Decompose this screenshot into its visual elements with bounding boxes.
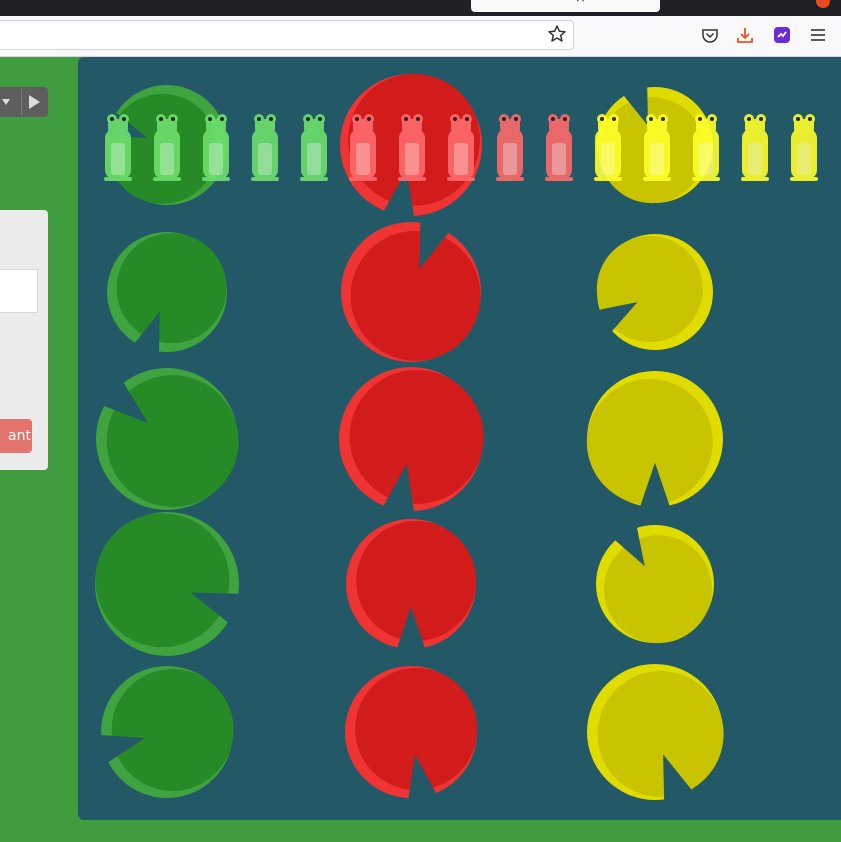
bookmark-star-icon[interactable] [547,24,567,44]
lily-pad-yellow[interactable] [596,234,713,350]
lily-pad-red[interactable] [339,367,484,515]
frog-yellow[interactable] [790,114,818,181]
lily-pad-green[interactable] [97,666,234,798]
lily-pad-green[interactable] [107,232,227,355]
submit-button[interactable]: ant [0,419,32,453]
frog-yellow[interactable] [643,114,671,181]
lily-pad-yellow[interactable] [596,524,714,644]
frog-red[interactable] [496,114,524,181]
frog-red[interactable] [545,114,573,181]
frog-red[interactable] [447,114,475,181]
tab-close-icon[interactable]: × [575,0,586,6]
dropdown-chevron-icon[interactable] [2,98,12,106]
extension-icon[interactable] [772,25,792,45]
lily-pad-red[interactable] [341,219,481,362]
browser-toolbar [0,16,841,57]
frog-red[interactable] [398,114,426,181]
lily-pad-yellow[interactable] [586,371,723,509]
browser-tab-strip: × [0,0,841,16]
lily-pad-red[interactable] [346,519,477,651]
frog-green[interactable] [153,114,181,181]
frog-red[interactable] [349,114,377,181]
frog-yellow[interactable] [594,114,622,181]
frog-yellow[interactable] [741,114,769,181]
control-divider [21,89,22,115]
playback-controls [0,87,48,117]
lily-pad-green[interactable] [95,512,242,656]
active-tab[interactable]: × [471,0,660,12]
answer-input[interactable] [0,269,38,313]
lily-pad-red[interactable] [345,666,478,802]
account-icon[interactable] [816,0,830,8]
address-bar[interactable] [0,20,574,50]
pond-canvas [95,73,818,803]
frog-green[interactable] [300,114,328,181]
lily-pad-yellow[interactable] [587,664,724,803]
frog-green[interactable] [104,114,132,181]
frog-green[interactable] [251,114,279,181]
lily-pad-green[interactable] [96,368,239,510]
frog-green[interactable] [202,114,230,181]
menu-icon[interactable] [808,25,828,45]
pocket-icon[interactable] [700,25,720,45]
frog-yellow[interactable] [692,114,720,181]
game-board [78,57,841,820]
side-panel: ant [0,210,48,470]
play-icon[interactable] [28,95,41,109]
download-icon[interactable] [735,25,755,45]
